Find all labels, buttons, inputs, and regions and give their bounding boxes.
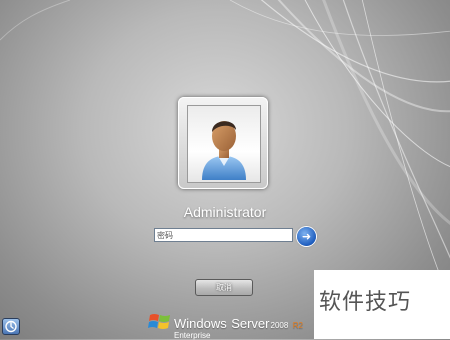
- cancel-button[interactable]: 取消: [195, 279, 253, 296]
- arrow-right-icon: ➜: [301, 230, 312, 243]
- submit-button[interactable]: ➜: [297, 227, 316, 246]
- watermark-text: 软件技巧: [319, 290, 412, 315]
- brand-release: R2: [292, 321, 303, 330]
- ease-of-access-button[interactable]: [2, 318, 20, 335]
- ease-of-access-icon: [5, 320, 17, 333]
- password-field[interactable]: 密码: [154, 228, 293, 242]
- user-avatar-icon: [187, 105, 261, 183]
- brand-server: Server: [231, 316, 270, 331]
- windows-server-logo: Windows Server2008 R2 Enterprise: [148, 311, 318, 340]
- username-label: Administrator: [183, 204, 267, 220]
- brand-windows: Windows: [174, 316, 227, 331]
- user-tile[interactable]: [178, 97, 268, 189]
- brand-year: 2008: [270, 321, 289, 330]
- windows-flag-icon: [148, 314, 170, 329]
- watermark-box: 软件技巧: [314, 270, 450, 339]
